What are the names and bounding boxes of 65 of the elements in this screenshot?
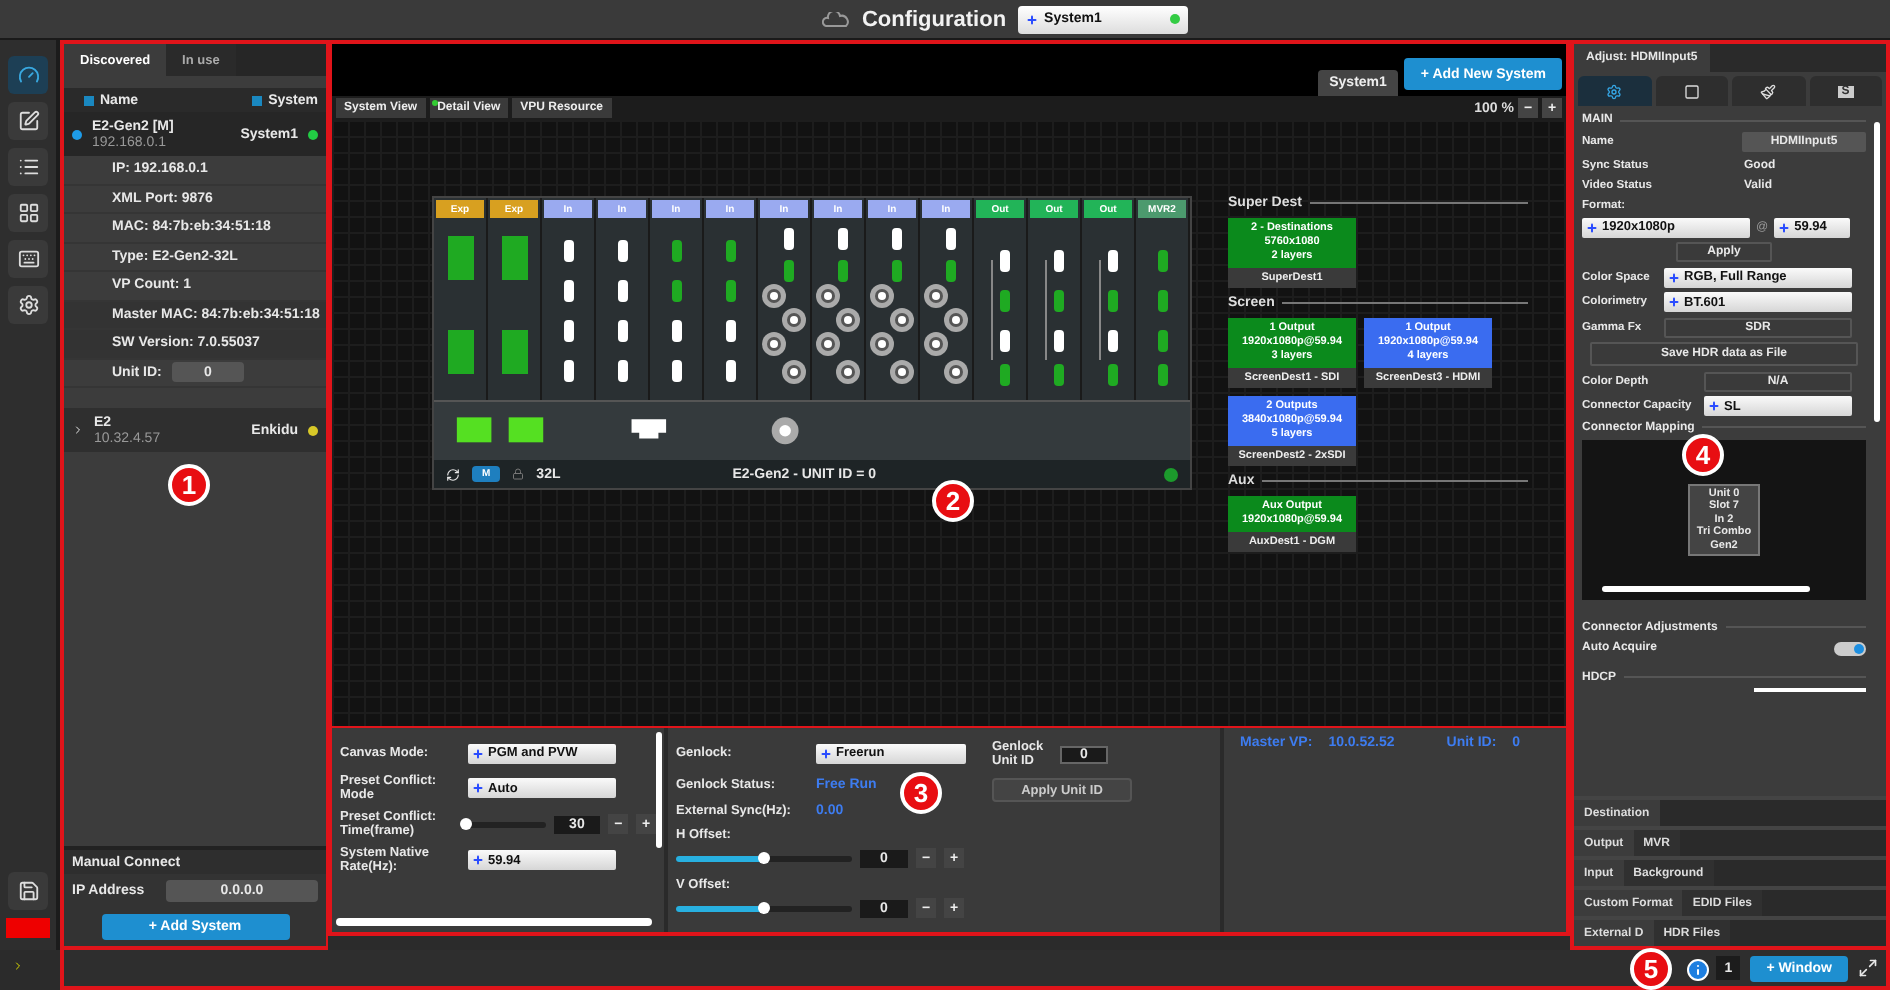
callout-badge: 3 <box>900 772 942 814</box>
dashboard-icon <box>17 64 39 86</box>
slider-thumb[interactable] <box>758 901 770 913</box>
grid-icon <box>17 202 39 224</box>
fullscreen-icon[interactable] <box>1858 958 1878 978</box>
status-led <box>1164 467 1178 482</box>
plus-icon <box>1668 271 1680 283</box>
connector-drawing <box>725 240 735 382</box>
expanded-icon[interactable] <box>72 129 82 139</box>
dashboard-button[interactable] <box>8 56 48 94</box>
slider[interactable] <box>676 905 852 911</box>
edit-icon <box>17 110 39 132</box>
plus-icon <box>472 782 484 794</box>
cloud-icon <box>821 11 850 27</box>
settings-button[interactable] <box>8 286 48 324</box>
lock-icon[interactable] <box>512 468 525 481</box>
slider-thumb[interactable] <box>758 851 770 863</box>
scrollbar[interactable] <box>1874 122 1880 422</box>
connector-drawing <box>990 250 1010 386</box>
connector-drawing <box>501 236 527 374</box>
plus-icon <box>1026 13 1039 25</box>
logo-icon <box>6 918 50 938</box>
brush-tab[interactable] <box>1732 76 1805 106</box>
sort-icon[interactable] <box>252 95 263 105</box>
connector-drawing <box>671 240 681 382</box>
list-button[interactable] <box>8 148 48 186</box>
square-icon <box>1683 83 1700 99</box>
connector-drawing <box>447 236 473 374</box>
scrollbar[interactable] <box>1602 586 1810 592</box>
sort-icon[interactable] <box>84 95 94 105</box>
callout-badge: 1 <box>168 464 210 506</box>
callout-badge: 4 <box>1682 434 1724 476</box>
plus-icon <box>820 747 832 759</box>
plus-icon <box>1708 400 1720 412</box>
plus-icon <box>472 747 484 759</box>
settings-icon <box>1606 83 1623 99</box>
connector-drawing <box>1044 250 1064 386</box>
keyboard-button[interactable] <box>8 240 48 278</box>
brush-icon <box>1760 83 1777 99</box>
toggle-switch[interactable] <box>1834 641 1866 655</box>
expand-icon[interactable] <box>12 960 24 976</box>
scrollbar[interactable] <box>336 918 652 926</box>
grid-button[interactable] <box>8 194 48 232</box>
scrollbar[interactable] <box>1754 688 1866 692</box>
gear-tab[interactable] <box>1578 76 1651 106</box>
keyboard-icon <box>17 248 39 270</box>
connector-drawing <box>1098 250 1118 386</box>
connector-drawing <box>563 240 573 382</box>
slider-thumb[interactable] <box>460 817 473 829</box>
window-title: Configuration <box>861 7 1007 31</box>
plus-icon <box>1586 221 1598 233</box>
connector-drawing <box>1157 250 1167 386</box>
connector-drawing <box>617 240 627 382</box>
edit-button[interactable] <box>8 102 48 140</box>
plus-icon <box>1778 221 1791 233</box>
settings-icon <box>17 294 39 316</box>
refresh-icon[interactable] <box>446 467 460 482</box>
scrollbar[interactable] <box>656 732 662 848</box>
crop-tab[interactable] <box>1655 76 1728 106</box>
plus-icon <box>472 854 484 866</box>
slider[interactable] <box>676 855 852 861</box>
save-button[interactable] <box>8 872 48 910</box>
expand-icon[interactable] <box>72 424 84 436</box>
save-icon <box>17 880 39 902</box>
plus-icon <box>1668 296 1680 308</box>
